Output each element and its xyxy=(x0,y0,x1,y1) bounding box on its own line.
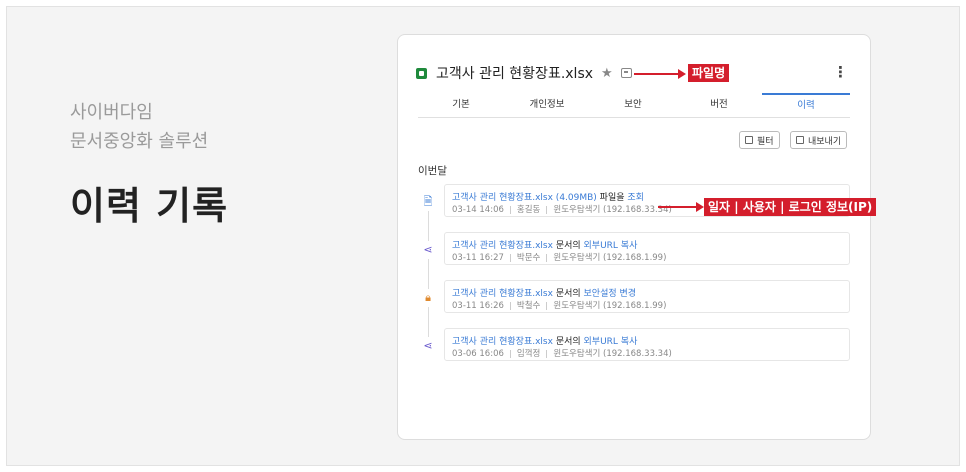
page-title: 이력 기록 xyxy=(70,184,229,228)
more-options-icon[interactable]: ⋮ xyxy=(833,63,848,81)
history-item-title: 고객사 관리 현황장표.xlsx 문서의 외부URL 복사 xyxy=(452,337,638,347)
archive-icon[interactable] xyxy=(620,68,632,78)
history-file-link[interactable]: 고객사 관리 현황장표.xlsx xyxy=(452,337,553,347)
file-header: 고객사 관리 현황장표.xlsx ★ xyxy=(416,62,632,84)
tab-basic[interactable]: 기본 xyxy=(418,93,504,117)
filename-arrow-line xyxy=(634,73,678,75)
filename-annotation: 파일명 xyxy=(688,64,730,82)
history-item[interactable]: 고객사 관리 현황장표.xlsx 문서의 보안설정 변경 03-11 16:26… xyxy=(444,280,850,313)
filename-arrow-head xyxy=(678,69,686,79)
history-action: 조회 xyxy=(627,193,644,203)
lock-icon: 🔒︎ xyxy=(419,289,437,307)
history-action: 외부URL 복사 xyxy=(583,241,638,251)
document-panel: 고객사 관리 현황장표.xlsx ★ 파일명 ⋮ 기본 개인정보 보안 버전 이… xyxy=(397,34,877,440)
product-name: 문서중앙화 솔루션 xyxy=(70,131,209,152)
history-file-link[interactable]: 고객사 관리 현황장표.xlsx xyxy=(452,289,553,299)
history-item-meta: 03-06 16:06 임꺽정 윈도우탐색기 (192.168.33.34) xyxy=(452,349,672,359)
filter-icon xyxy=(745,136,753,144)
star-icon[interactable]: ★ xyxy=(601,66,613,81)
tab-history[interactable]: 이력 xyxy=(762,93,850,117)
history-file-link[interactable]: 고객사 관리 현황장표.xlsx (4.09MB) xyxy=(452,193,597,203)
history-item-meta: 03-14 14:06 홍길동 윈도우탐색기 (192.168.33.34) xyxy=(452,205,672,215)
timeline-line xyxy=(428,207,429,355)
section-this-month: 이번달 xyxy=(418,165,447,177)
share-icon: ⋖ xyxy=(419,241,437,259)
history-action: 보안설정 변경 xyxy=(583,289,637,299)
share-icon: ⋖ xyxy=(419,337,437,355)
tab-bar: 기본 개인정보 보안 버전 이력 xyxy=(418,93,850,118)
history-file-link[interactable]: 고객사 관리 현황장표.xlsx xyxy=(452,241,553,251)
history-item[interactable]: 고객사 관리 현황장표.xlsx 문서의 외부URL 복사 03-11 16:2… xyxy=(444,232,850,265)
filter-button[interactable]: 필터 xyxy=(739,131,780,149)
tab-version[interactable]: 버전 xyxy=(676,93,762,117)
file-name: 고객사 관리 현황장표.xlsx xyxy=(436,66,594,82)
history-action: 외부URL 복사 xyxy=(583,337,638,347)
history-item-title: 고객사 관리 현황장표.xlsx 문서의 보안설정 변경 xyxy=(452,289,637,299)
brand-name: 사이버다임 xyxy=(70,102,153,123)
filter-button-label: 필터 xyxy=(757,136,774,147)
export-button[interactable]: 내보내기 xyxy=(790,131,848,149)
history-item[interactable]: 고객사 관리 현황장표.xlsx 문서의 외부URL 복사 03-06 16:0… xyxy=(444,328,850,361)
meta-arrow-head xyxy=(696,202,704,212)
history-item-meta: 03-11 16:27 박문수 윈도우탐색기 (192.168.1.99) xyxy=(452,253,667,263)
document-icon: 🗎 xyxy=(419,193,437,211)
meta-annotation: 일자 | 사용자 | 로그인 정보(IP) xyxy=(704,198,877,216)
history-item-title: 고객사 관리 현황장표.xlsx 문서의 외부URL 복사 xyxy=(452,241,638,251)
history-item-title: 고객사 관리 현황장표.xlsx (4.09MB) 파일을 조회 xyxy=(452,193,644,203)
tab-security[interactable]: 보안 xyxy=(590,93,676,117)
tab-personal-info[interactable]: 개인정보 xyxy=(504,93,590,117)
history-item-meta: 03-11 16:26 박철수 윈도우탐색기 (192.168.1.99) xyxy=(452,301,667,311)
export-icon xyxy=(796,136,804,144)
meta-arrow-line xyxy=(658,206,696,208)
excel-file-icon xyxy=(416,67,427,79)
export-button-label: 내보내기 xyxy=(808,136,842,147)
